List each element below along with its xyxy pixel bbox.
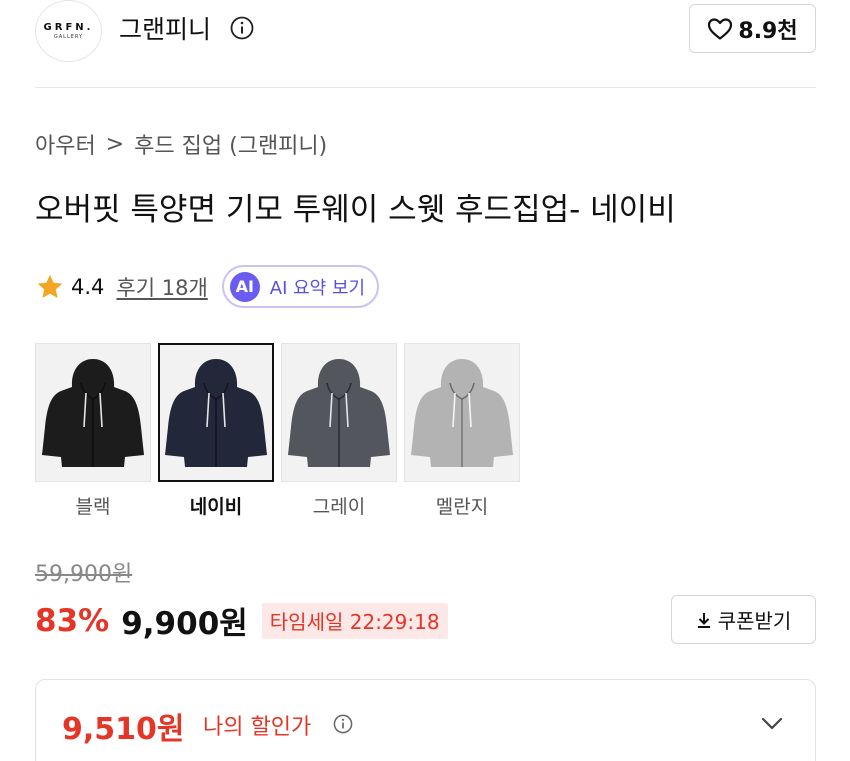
breadcrumb-category[interactable]: 아우터	[35, 128, 96, 160]
hoodie-icon	[288, 358, 390, 467]
sale-price: 9,900원	[121, 606, 248, 642]
hoodie-icon	[411, 358, 513, 467]
breadcrumb-separator: >	[105, 131, 125, 157]
info-icon[interactable]	[230, 16, 254, 40]
color-option-navy[interactable]: 네이비	[158, 343, 274, 519]
brand-logo-subtext: GALLERY	[53, 34, 84, 40]
my-discount-price: 9,510원	[62, 712, 185, 747]
color-option-label: 네이비	[189, 496, 243, 518]
like-count: 8.9천	[738, 18, 798, 44]
color-option-black[interactable]: 블랙	[35, 343, 151, 519]
chevron-down-icon[interactable]	[760, 716, 784, 732]
product-title: 오버핏 특양면 기모 투웨이 스웻 후드집업- 네이비	[35, 192, 676, 228]
rating-row: 4.4 후기 18개 AI AI 요약 보기	[35, 264, 380, 309]
hoodie-thumbnail	[158, 343, 274, 482]
color-option-label: 그레이	[312, 496, 366, 518]
my-discount-panel[interactable]: 9,510원 나의 할인가	[35, 679, 816, 761]
star-icon	[37, 274, 63, 298]
rating-score: 4.4	[71, 274, 105, 299]
ai-summary-label: AI 요약 보기	[269, 277, 366, 299]
brand-header: GRFN. GALLERY 그랜피니 8.9천	[35, 0, 816, 88]
breadcrumb: 아우터 > 후드 집업 (그랜피니)	[35, 128, 327, 160]
brand-name[interactable]: 그랜피니	[119, 10, 211, 46]
coupon-button[interactable]: 쿠폰받기	[671, 595, 816, 644]
discount-rate: 83%	[35, 602, 110, 639]
hoodie-thumbnail	[281, 343, 397, 482]
hoodie-thumbnail	[404, 343, 520, 482]
download-icon	[697, 612, 710, 628]
color-options: 블랙 네이비 그레이 멜란지	[35, 343, 520, 519]
ai-summary-button[interactable]: AI AI 요약 보기	[221, 265, 380, 308]
hoodie-icon	[165, 358, 267, 467]
review-count-link[interactable]: 후기 18개	[116, 272, 207, 302]
like-button[interactable]: 8.9천	[689, 4, 816, 53]
my-discount-label: 나의 할인가	[203, 715, 312, 740]
heart-icon	[708, 17, 733, 40]
info-icon[interactable]	[333, 714, 353, 734]
color-option-label: 멜란지	[435, 496, 489, 518]
brand-logo[interactable]: GRFN. GALLERY	[35, 0, 102, 62]
breadcrumb-subcategory[interactable]: 후드 집업 (그랜피니)	[134, 128, 327, 160]
ai-icon: AI	[229, 271, 260, 302]
timesale-badge: 타임세일 22:29:18	[261, 602, 448, 639]
coupon-button-label: 쿠폰받기	[717, 609, 792, 633]
color-option-melange[interactable]: 멜란지	[404, 343, 520, 519]
original-price: 59,900원	[35, 562, 133, 587]
price-row: 83% 9,900원 타임세일 22:29:18	[35, 598, 448, 643]
color-option-label: 블랙	[75, 496, 111, 518]
color-option-gray[interactable]: 그레이	[281, 343, 397, 519]
hoodie-thumbnail	[35, 343, 151, 482]
brand-logo-text: GRFN.	[43, 22, 94, 33]
hoodie-icon	[42, 358, 144, 467]
